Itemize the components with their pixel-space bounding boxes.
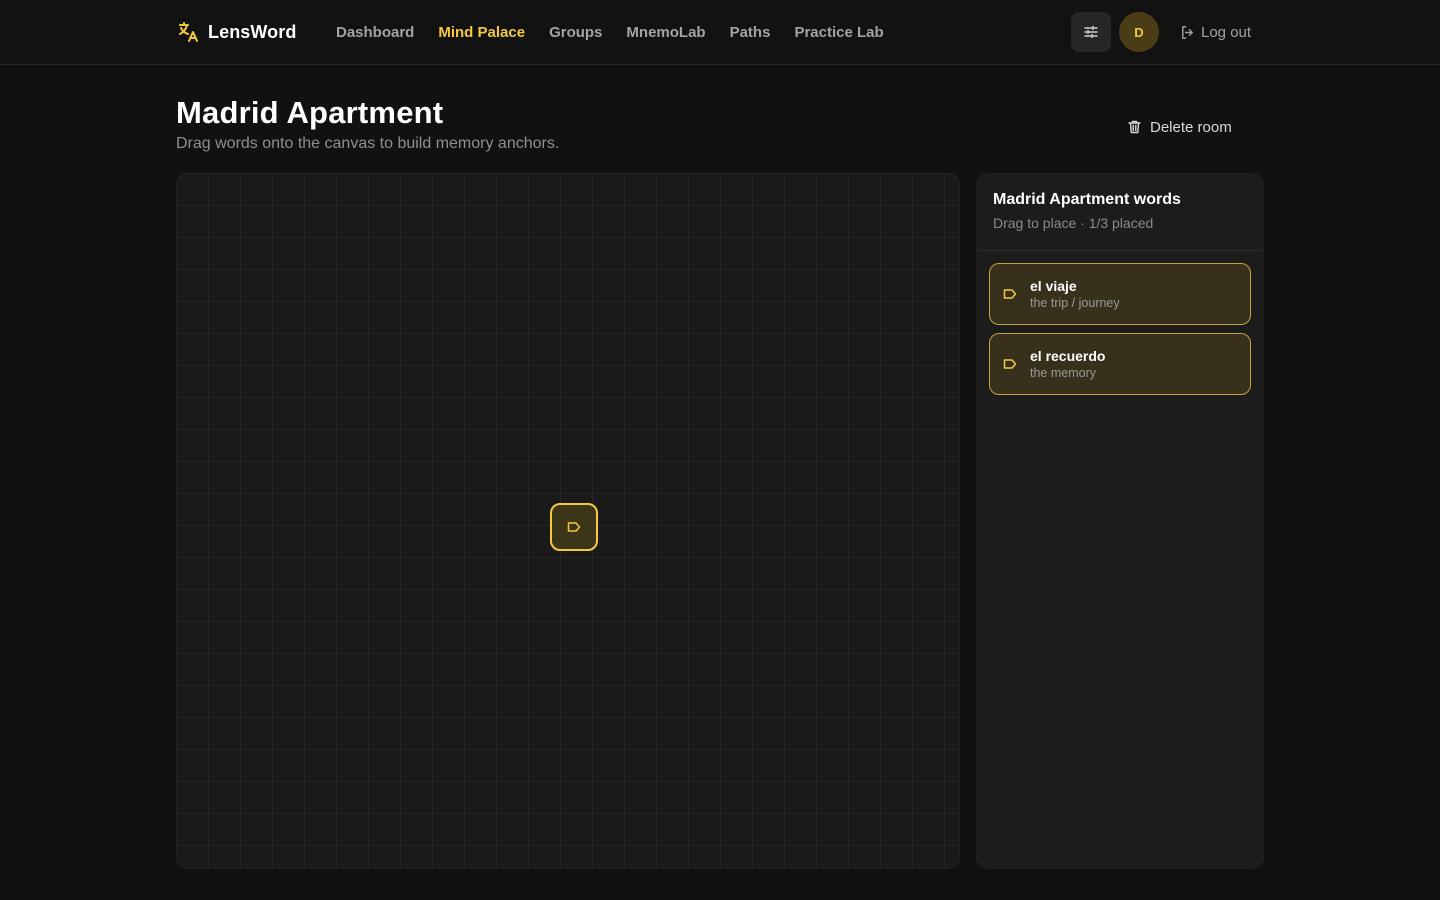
delete-room-label: Delete room	[1150, 118, 1232, 136]
translate-icon	[176, 20, 200, 44]
nav-paths[interactable]: Paths	[730, 24, 771, 41]
logout-icon	[1180, 25, 1195, 40]
brand-logo[interactable]: LensWord	[176, 18, 296, 46]
words-panel-subtitle: Drag to place · 1/3 placed	[993, 215, 1154, 231]
sliders-icon	[1084, 25, 1098, 39]
top-navigation-bar: LensWord Dashboard Mind Palace Groups Mn…	[0, 0, 1440, 65]
trash-icon	[1128, 120, 1141, 134]
words-panel: Madrid Apartment words Drag to place · 1…	[976, 173, 1264, 869]
tag-icon	[1003, 287, 1017, 301]
nav-practice-lab[interactable]: Practice Lab	[794, 24, 883, 41]
word-list: el viaje the trip / journey el recuerdo …	[977, 251, 1263, 395]
nav-mnemolab[interactable]: MnemoLab	[626, 24, 705, 41]
page-title: Madrid Apartment	[176, 95, 444, 130]
placed-word-anchor[interactable]	[550, 503, 598, 551]
nav-mind-palace[interactable]: Mind Palace	[438, 24, 525, 41]
nav-groups[interactable]: Groups	[549, 24, 602, 41]
word-term: el viaje	[1030, 278, 1077, 294]
logout-label: Log out	[1201, 23, 1252, 41]
brand-name: LensWord	[208, 21, 297, 42]
words-panel-header: Madrid Apartment words Drag to place · 1…	[977, 174, 1263, 251]
tag-icon	[567, 521, 581, 533]
settings-button[interactable]	[1071, 12, 1111, 52]
tag-icon	[1003, 357, 1017, 371]
logout-button[interactable]: Log out	[1180, 22, 1251, 42]
word-term: el recuerdo	[1030, 348, 1106, 364]
delete-room-button[interactable]: Delete room	[1120, 114, 1240, 140]
nav-dashboard[interactable]: Dashboard	[336, 24, 414, 41]
avatar[interactable]: D	[1119, 12, 1159, 52]
page-subtitle: Drag words onto the canvas to build memo…	[176, 135, 560, 152]
words-panel-title: Madrid Apartment words	[993, 191, 1181, 208]
word-text: el viaje the trip / journey	[1030, 278, 1120, 310]
word-text: el recuerdo the memory	[1030, 348, 1105, 380]
word-card[interactable]: el viaje the trip / journey	[989, 263, 1251, 325]
word-card[interactable]: el recuerdo the memory	[989, 333, 1251, 395]
main-nav: Dashboard Mind Palace Groups MnemoLab Pa…	[336, 22, 884, 42]
mind-palace-canvas[interactable]	[176, 173, 960, 869]
word-translation: the trip / journey	[1030, 296, 1120, 310]
word-translation: the memory	[1030, 366, 1096, 380]
